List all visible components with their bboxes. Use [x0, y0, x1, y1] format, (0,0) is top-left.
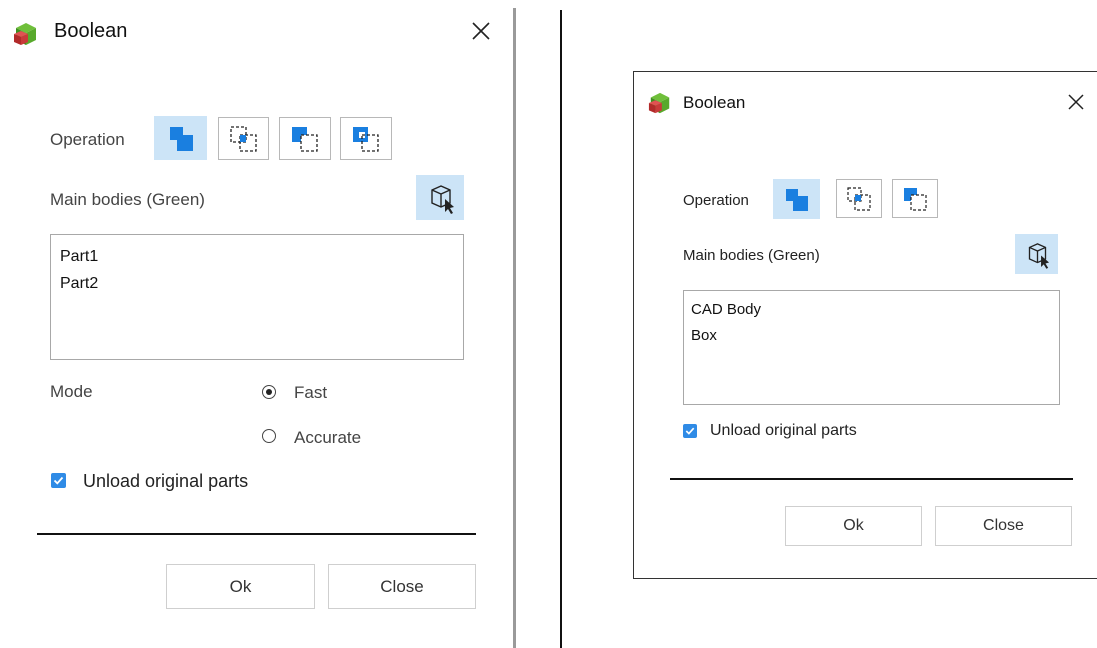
- separator-line: [560, 10, 562, 648]
- dialog-title: Boolean: [683, 93, 746, 112]
- list-item[interactable]: Box: [691, 323, 1059, 349]
- select-body-button[interactable]: [1015, 234, 1058, 274]
- union-button[interactable]: [773, 179, 820, 219]
- select-body-icon: [431, 185, 454, 214]
- main-bodies-label: Main bodies (Green): [50, 190, 205, 209]
- bodies-list[interactable]: CAD Body Box: [683, 290, 1060, 405]
- divider: [37, 533, 476, 535]
- dialog-edge: [513, 8, 516, 648]
- ok-button[interactable]: Ok: [785, 506, 922, 546]
- radio-accurate-label[interactable]: Accurate: [294, 428, 361, 448]
- boolean-cubes-icon: [12, 21, 40, 47]
- close-button[interactable]: Close: [935, 506, 1072, 546]
- operation-label: Operation: [50, 130, 125, 149]
- subtract-keep-icon: [353, 127, 379, 152]
- main-bodies-label: Main bodies (Green): [683, 247, 820, 264]
- radio-fast[interactable]: [262, 385, 276, 399]
- list-item[interactable]: CAD Body: [691, 297, 1059, 323]
- select-body-icon: [1028, 243, 1050, 269]
- subtract-button[interactable]: [892, 179, 938, 218]
- dialog-title: Boolean: [54, 20, 128, 42]
- operation-label: Operation: [683, 192, 749, 209]
- unload-checkbox[interactable]: [683, 424, 697, 438]
- boolean-cubes-icon: [647, 91, 673, 115]
- close-icon[interactable]: [470, 20, 492, 42]
- unload-label[interactable]: Unload original parts: [710, 422, 857, 440]
- subtract-icon: [292, 127, 318, 152]
- union-button[interactable]: [154, 116, 207, 160]
- right-dialog: Boolean Operation Main bodies (Green) CA: [633, 71, 1097, 579]
- radio-fast-label[interactable]: Fast: [294, 383, 327, 403]
- union-icon: [786, 189, 808, 211]
- intersect-button[interactable]: [218, 117, 269, 160]
- close-button[interactable]: Close: [328, 564, 476, 609]
- ok-button[interactable]: Ok: [166, 564, 315, 609]
- select-body-button[interactable]: [416, 175, 464, 220]
- list-item[interactable]: Part2: [60, 270, 463, 297]
- subtract-icon: [904, 188, 927, 211]
- union-icon: [170, 127, 193, 151]
- mode-label: Mode: [50, 382, 93, 401]
- subtract-button[interactable]: [279, 117, 331, 160]
- left-dialog: Boolean Operation Main bodies (Green) Pa…: [0, 0, 516, 648]
- unload-label[interactable]: Unload original parts: [83, 471, 248, 492]
- list-item[interactable]: Part1: [60, 243, 463, 270]
- bodies-list[interactable]: Part1 Part2: [50, 234, 464, 360]
- unload-checkbox[interactable]: [51, 473, 66, 488]
- intersect-button[interactable]: [836, 179, 882, 218]
- divider: [670, 478, 1073, 480]
- intersect-icon: [230, 126, 257, 152]
- intersect-icon: [847, 187, 871, 211]
- radio-accurate[interactable]: [262, 429, 276, 443]
- subtract-keep-button[interactable]: [340, 117, 392, 160]
- close-icon[interactable]: [1066, 92, 1086, 112]
